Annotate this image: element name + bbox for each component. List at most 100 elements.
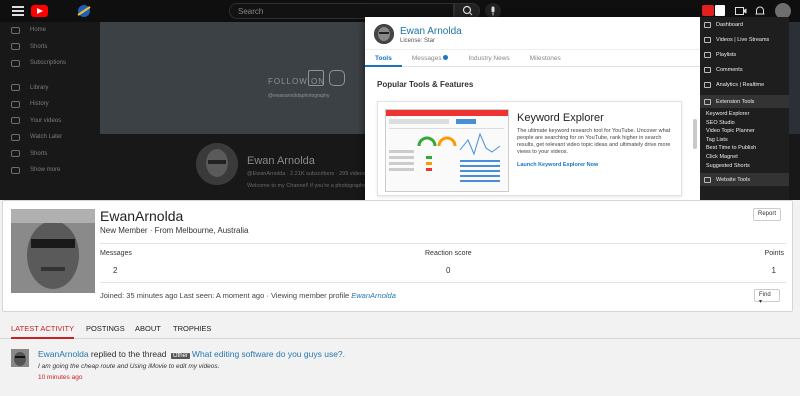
search-icon	[462, 5, 473, 16]
shorts-icon	[11, 150, 20, 158]
member-title: New Member · From Melbourne, Australia	[100, 226, 249, 235]
tab-tools[interactable]: Tools	[365, 50, 402, 67]
menu-item-keyword-explorer[interactable]: Keyword Explorer	[700, 110, 789, 119]
tab-label: Industry News	[468, 55, 510, 62]
youtube-sidebar: Home Shorts Subscriptions Library Histor…	[0, 22, 92, 200]
menu-label: Videos | Live Streams	[716, 36, 770, 43]
activity-line: EwanArnolda replied to the thread Other W…	[38, 349, 345, 359]
menu-label: Extension Tools	[716, 98, 755, 105]
menu-label: Analytics | Realtime	[716, 81, 765, 88]
sidebar-label: Library	[30, 84, 49, 91]
banner-handle: @ewanarnoldaphotography	[268, 93, 330, 99]
sidebar-item-subscriptions[interactable]: Subscriptions	[0, 55, 92, 72]
sidebar-item-watch-later[interactable]: Watch Later	[0, 129, 92, 146]
website-tools-icon	[704, 176, 711, 183]
activity-user-link[interactable]: EwanArnolda	[38, 349, 89, 359]
popup-tabs: Tools Messages Industry News Milestones	[365, 50, 700, 67]
thread-link[interactable]: What editing software do you guys use?.	[192, 349, 345, 359]
subscriptions-icon	[11, 59, 20, 67]
tab-industry-news[interactable]: Industry News	[458, 50, 519, 67]
popup-avatar-photo	[374, 24, 394, 44]
thread-prefix-tag[interactable]: Other	[170, 353, 190, 359]
chevron-down-icon	[11, 166, 20, 174]
tab-about[interactable]: ABOUT	[135, 324, 161, 339]
activity-timestamp[interactable]: 10 minutes ago	[38, 374, 82, 381]
popup-license: License: Star	[400, 38, 436, 44]
sidebar-item-shorts[interactable]: Shorts	[0, 39, 92, 56]
channel-description[interactable]: Welcome to my Channel! If you're a photo…	[247, 183, 372, 189]
channel-avatar-photo	[196, 143, 238, 185]
sidebar-label: Shorts	[30, 150, 48, 157]
sidebar-item-history[interactable]: History	[0, 96, 92, 113]
facebook-icon	[308, 70, 324, 86]
activity-avatar[interactable]	[11, 349, 29, 367]
menu-item-click-magnet[interactable]: Click Magnet	[700, 153, 789, 162]
youtube-logo-icon[interactable]	[31, 5, 48, 17]
notifications-bell-icon[interactable]	[753, 4, 767, 18]
menu-item-videos[interactable]: Videos | Live Streams	[700, 32, 789, 47]
popup-channel-name[interactable]: Ewan Arnolda	[400, 26, 462, 37]
extension-menu-icon[interactable]	[715, 5, 725, 16]
shorts-icon	[11, 43, 20, 51]
tab-latest-activity[interactable]: LATEST ACTIVITY	[11, 324, 75, 339]
extension-tools-icon	[704, 98, 711, 105]
stat-value-reaction-score: 0	[446, 266, 451, 275]
sidebar-item-your-videos[interactable]: Your videos	[0, 113, 92, 130]
tool-screenshot	[385, 109, 509, 192]
sidebar-label: Watch Later	[30, 134, 63, 141]
sidebar-label: History	[30, 101, 49, 108]
extension-tools-header[interactable]: Extension Tools	[700, 95, 789, 108]
tool-title: Keyword Explorer	[517, 112, 604, 124]
create-video-icon[interactable]	[734, 4, 748, 18]
hamburger-menu-icon[interactable]	[12, 6, 24, 16]
keyword-explorer-preview-image	[386, 110, 508, 182]
stat-label-points: Points	[764, 250, 784, 257]
find-dropdown[interactable]: Find ▾	[754, 289, 780, 305]
dashboard-icon	[704, 21, 711, 28]
menu-item-seo-studio[interactable]: SEO Studio	[700, 119, 789, 128]
stat-label-messages: Messages	[100, 250, 132, 257]
menu-item-suggested-shorts[interactable]: Suggested Shorts	[700, 162, 789, 171]
tab-postings[interactable]: POSTINGS	[86, 324, 125, 339]
tab-messages[interactable]: Messages	[402, 50, 459, 67]
menu-item-comments[interactable]: Comments	[700, 62, 789, 77]
popup-scrollbar[interactable]	[693, 119, 697, 149]
popup-avatar	[374, 24, 394, 44]
sidebar-item-library[interactable]: Library	[0, 80, 92, 97]
your-videos-icon	[11, 117, 20, 125]
member-profile-link[interactable]: EwanArnolda	[351, 291, 396, 300]
stat-value-messages[interactable]: 2	[113, 266, 117, 275]
extension-toggle-icon[interactable]	[702, 5, 714, 16]
tab-label: Tools	[375, 55, 392, 62]
member-avatar-photo	[11, 209, 95, 293]
chevron-down-icon: ▾	[759, 299, 763, 305]
extension-popup: Ewan Arnolda License: Star Tools Message…	[365, 17, 700, 200]
stat-value-points[interactable]: 1	[772, 266, 776, 275]
sidebar-label: Shorts	[30, 43, 48, 50]
menu-item-video-topic-planner[interactable]: Video Topic Planner	[700, 127, 789, 136]
menu-item-tag-lists[interactable]: Tag Lists	[700, 136, 789, 145]
member-avatar[interactable]	[11, 209, 95, 293]
joined-text: Joined: 35 minutes ago Last seen: A mome…	[100, 291, 350, 300]
report-button[interactable]: Report	[752, 208, 781, 221]
watch-later-icon	[11, 133, 20, 141]
sidebar-item-home[interactable]: Home	[0, 22, 92, 39]
sidebar-item-show-more[interactable]: Show more	[0, 162, 92, 179]
tab-trophies[interactable]: TROPHIES	[173, 324, 211, 339]
channel-brand-logo-icon	[77, 5, 91, 17]
channel-avatar[interactable]	[196, 143, 238, 185]
tab-milestones[interactable]: Milestones	[520, 50, 571, 67]
launch-keyword-explorer-link[interactable]: Launch Keyword Explorer Now	[517, 162, 598, 168]
sidebar-item-shorts-2[interactable]: Shorts	[0, 146, 92, 163]
menu-item-analytics[interactable]: Analytics | Realtime	[700, 77, 789, 92]
profile-tabs: LATEST ACTIVITY POSTINGS ABOUT TROPHIES	[0, 318, 800, 339]
menu-item-playlists[interactable]: Playlists	[700, 47, 789, 62]
member-profile-card: EwanArnolda New Member · From Melbourne,…	[2, 200, 793, 312]
playlists-icon	[704, 51, 711, 58]
sidebar-label: Subscriptions	[30, 60, 67, 67]
menu-item-best-time-to-publish[interactable]: Best Time to Publish	[700, 144, 789, 153]
website-tools-header[interactable]: Website Tools	[700, 173, 789, 187]
popup-body: Popular Tools & Features Keyword Explore…	[365, 67, 700, 200]
menu-item-dashboard[interactable]: Dashboard	[700, 17, 789, 32]
analytics-icon	[704, 81, 711, 88]
